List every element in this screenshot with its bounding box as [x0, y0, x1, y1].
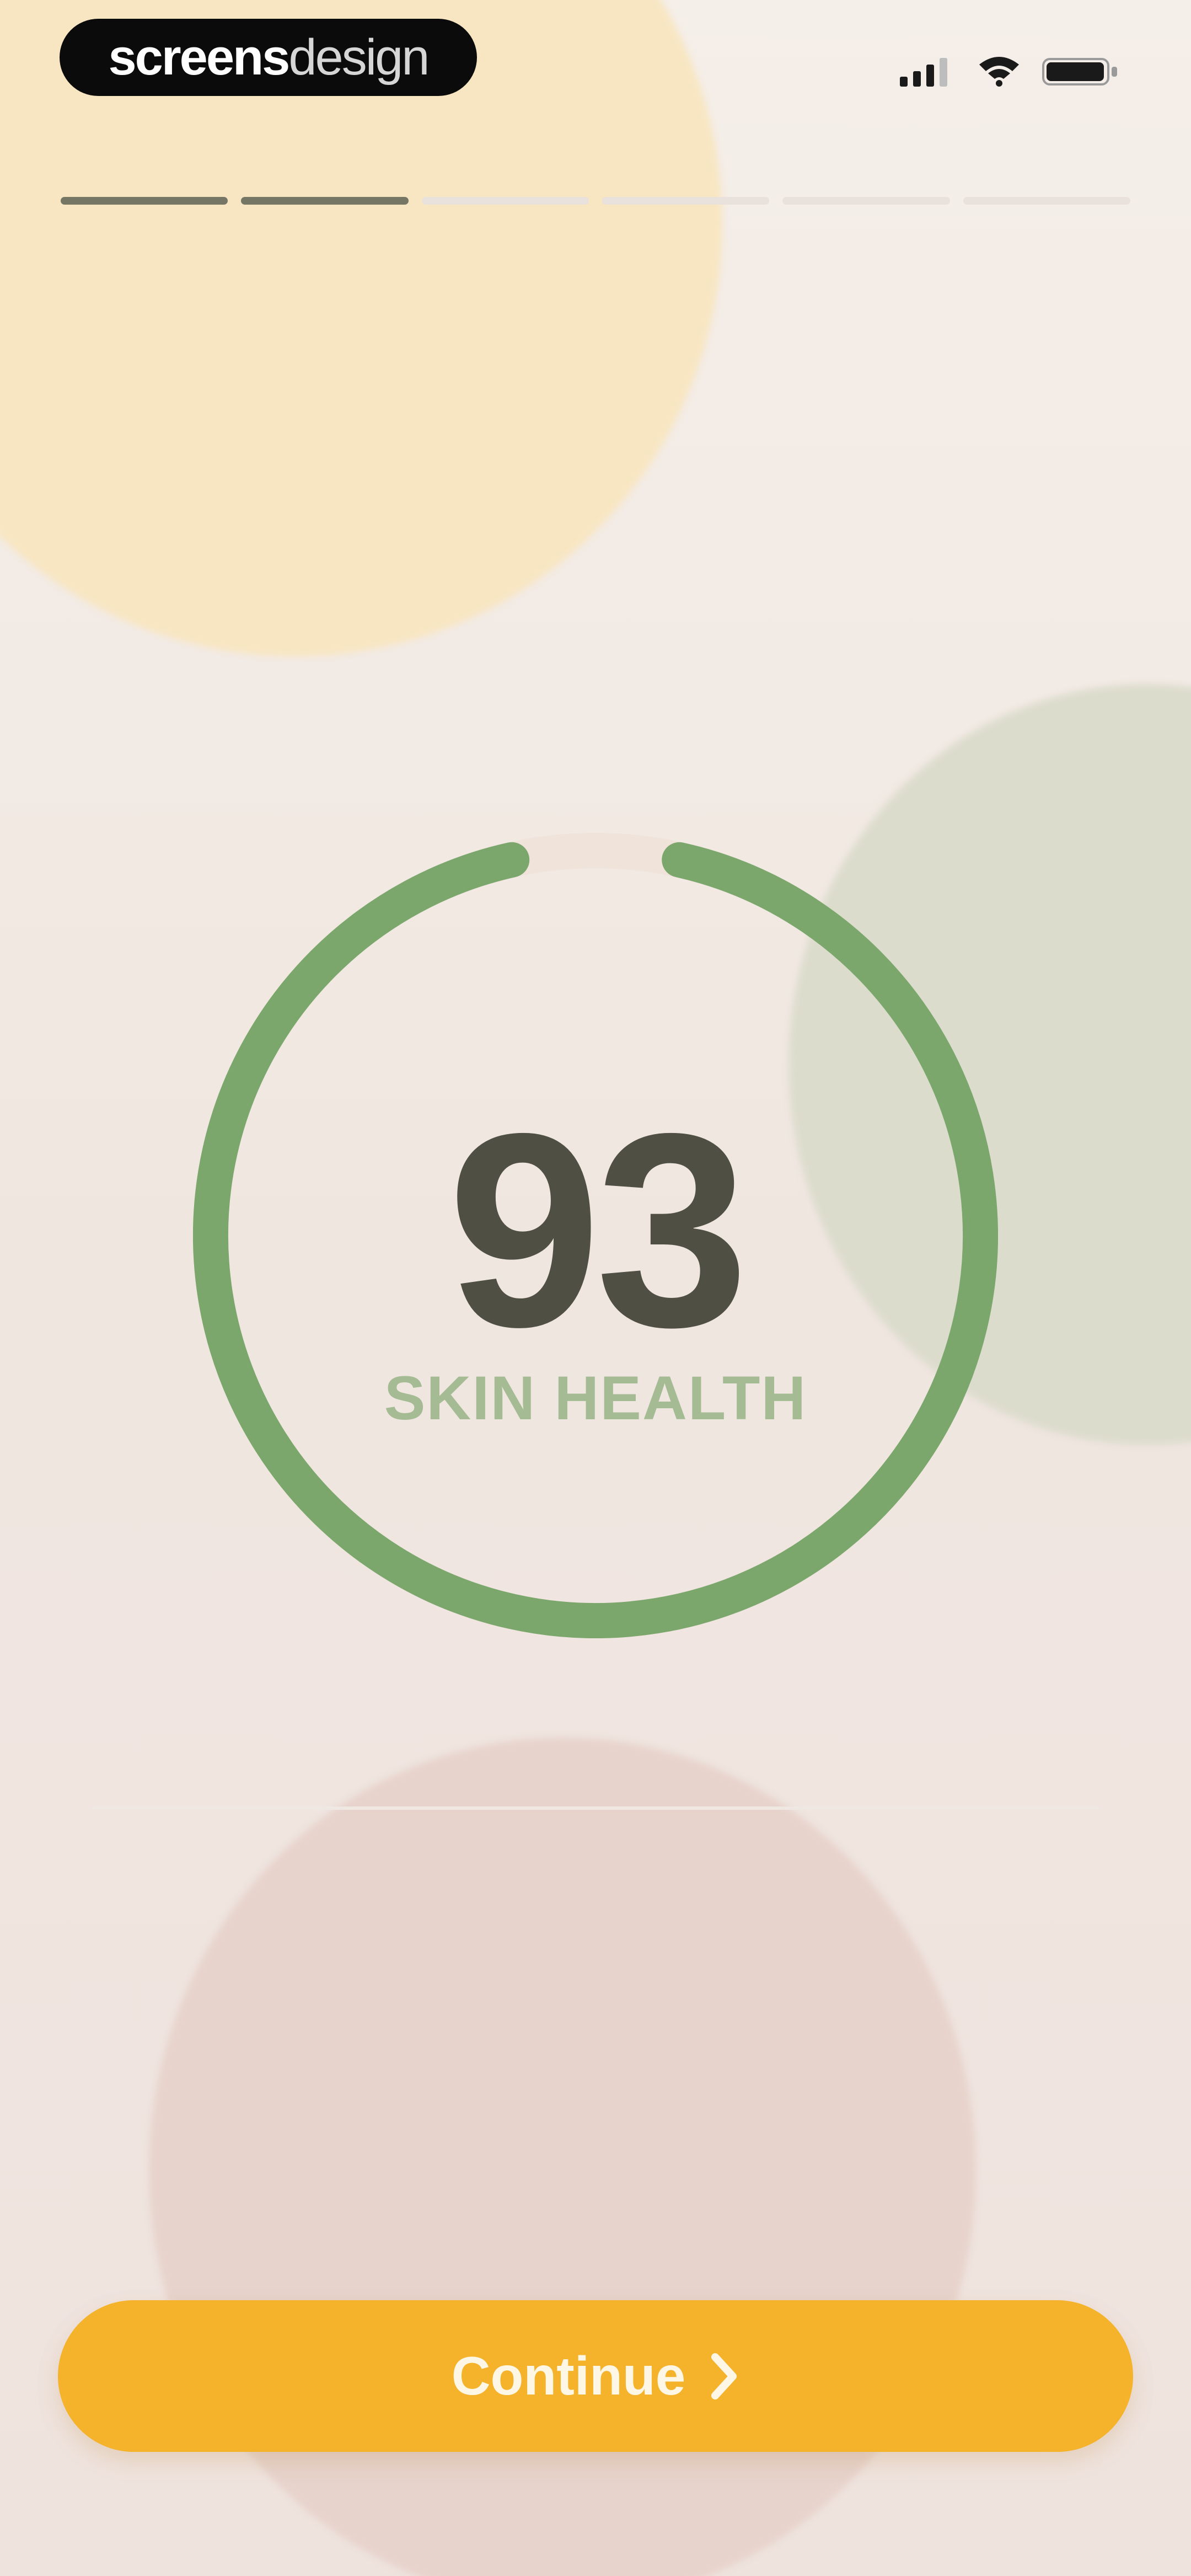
score-value: 93 [447, 1076, 749, 1384]
progress-segment [421, 197, 589, 205]
signal-icon [900, 58, 947, 87]
decorative-yellow-circle [0, 0, 722, 656]
divider [91, 1807, 1100, 1810]
score-label: SKIN HEALTH [384, 1364, 807, 1433]
chevron-right-icon [711, 2353, 737, 2399]
progress-segment [602, 197, 770, 205]
brand-logo-text: screensdesign [108, 29, 430, 87]
onboarding-progress [61, 197, 1130, 205]
progress-segment [963, 197, 1130, 205]
onboarding-screen: screensdesign 93 SKIN HEALTH Continue [0, 0, 1191, 2576]
continue-button-label: Continue [451, 2345, 686, 2406]
brand-text-light: design [288, 29, 430, 85]
progress-segment [241, 197, 409, 205]
brand-text-bold: screens [108, 29, 291, 85]
status-icons [899, 52, 1119, 91]
progress-segment [782, 197, 950, 205]
skin-health-score-ring: 93 SKIN HEALTH [193, 833, 998, 1638]
battery-icon [1042, 58, 1117, 85]
continue-button[interactable]: Continue [58, 2300, 1133, 2452]
progress-segment [61, 197, 228, 205]
brand-badge: screensdesign [60, 19, 477, 96]
wifi-icon [979, 57, 1019, 87]
